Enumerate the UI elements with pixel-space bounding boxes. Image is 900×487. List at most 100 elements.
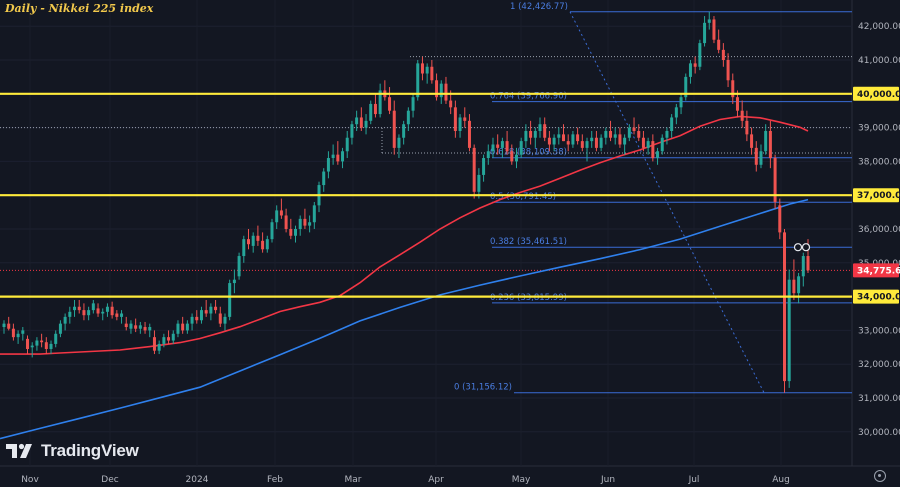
candle-body xyxy=(54,333,58,344)
x-tick-label: 2024 xyxy=(186,475,209,485)
candle-body xyxy=(30,345,34,348)
candle-body xyxy=(251,235,255,246)
candle-body xyxy=(627,127,631,138)
fib-marker-circle[interactable] xyxy=(793,243,803,252)
candle-body xyxy=(707,19,711,23)
x-tick-label: Nov xyxy=(21,475,39,485)
candle-body xyxy=(585,141,589,148)
candle-body xyxy=(124,323,128,328)
candle-body xyxy=(698,43,702,67)
candle-body xyxy=(11,328,15,338)
candle-body xyxy=(308,222,312,226)
candle-body xyxy=(345,137,349,152)
candle-body xyxy=(110,306,114,316)
candle-body xyxy=(491,144,495,152)
candle-body xyxy=(519,141,523,155)
x-tick-label: Mar xyxy=(345,475,362,485)
candle-body xyxy=(364,120,368,128)
candle-body xyxy=(646,141,650,148)
candle-body xyxy=(312,205,316,223)
candle-body xyxy=(688,63,692,77)
candle-body xyxy=(105,306,109,312)
candle-body xyxy=(218,313,222,324)
candle-body xyxy=(637,130,641,138)
price-chart[interactable]: 30,000.00 31,000.00 32,000.00 33,000.00 34,0… xyxy=(0,0,900,487)
y-tick-label: 30,000.00 xyxy=(858,428,900,438)
candle-body xyxy=(284,215,288,229)
key-level-label: 34,000.00 xyxy=(857,293,900,303)
candle-body xyxy=(665,130,669,138)
candle-body xyxy=(453,107,457,131)
fib-marker-circle[interactable] xyxy=(801,243,811,252)
candle-body xyxy=(472,147,476,192)
x-tick-label: May xyxy=(512,475,531,485)
tradingview-logo[interactable]: TradingView xyxy=(6,441,139,461)
candle-body xyxy=(388,97,392,111)
candle-body xyxy=(547,137,551,145)
candle-body xyxy=(660,137,664,152)
candle-body xyxy=(350,124,354,138)
candle-body xyxy=(768,130,772,159)
fib-level-label: 0 (31,156.12) xyxy=(454,383,512,393)
candle-body xyxy=(138,325,142,329)
candle-body xyxy=(359,117,363,128)
candle-body xyxy=(115,313,119,317)
current-price-label: 34,775.64 xyxy=(857,266,900,276)
candle-body xyxy=(181,323,185,331)
candle-body xyxy=(754,147,758,165)
candle-body xyxy=(580,141,584,148)
x-tick-label: Jul xyxy=(688,475,700,485)
candle-body xyxy=(101,311,105,314)
candle-body xyxy=(82,310,86,316)
y-tick-label: 36,000.00 xyxy=(858,225,900,235)
candle-body xyxy=(355,117,359,125)
candle-body xyxy=(246,239,250,245)
candle-body xyxy=(7,323,11,329)
y-tick-label: 42,000.00 xyxy=(858,22,900,32)
tradingview-logo-text: TradingView xyxy=(41,441,139,460)
candle-body xyxy=(63,316,67,324)
candle-body xyxy=(176,323,180,334)
candle-body xyxy=(68,311,72,317)
candle-body xyxy=(58,323,62,334)
candle-body xyxy=(425,66,429,74)
candle-body xyxy=(439,83,443,98)
settings-gear-icon[interactable] xyxy=(874,470,886,482)
fib-level-label: 1 (42,426.77) xyxy=(510,2,568,12)
candle-body xyxy=(275,210,279,223)
y-tick-label: 38,000.00 xyxy=(858,157,900,167)
candle-body xyxy=(632,127,636,131)
y-tick-label: 33,000.00 xyxy=(858,326,900,336)
candle-body xyxy=(552,137,556,145)
candle-body xyxy=(533,130,537,138)
candle-body xyxy=(204,310,208,314)
candle-body xyxy=(529,130,533,138)
candle-body xyxy=(87,310,91,316)
candle-body xyxy=(449,100,453,108)
x-tick-label: Jun xyxy=(600,475,615,485)
candle-body xyxy=(232,279,236,284)
candle-body xyxy=(604,130,608,138)
candle-body xyxy=(717,39,721,50)
candle-body xyxy=(538,124,542,131)
candle-body xyxy=(463,117,467,121)
candle-body xyxy=(77,306,81,311)
chart-title: Daily - Nikkei 225 index xyxy=(5,2,154,15)
x-tick-label: Feb xyxy=(267,475,283,485)
candle-body xyxy=(801,256,805,277)
candle-body xyxy=(223,316,227,324)
tradingview-logo-icon xyxy=(6,443,32,458)
candle-body xyxy=(261,240,265,250)
fib-level-label: 0.236 (33,815.99) xyxy=(490,293,567,303)
candle-body xyxy=(397,137,401,148)
fib-level-label: 0.618 (38,109.38) xyxy=(490,148,567,158)
candle-body xyxy=(2,323,6,328)
candle-body xyxy=(341,151,345,162)
candle-body xyxy=(792,279,796,294)
candle-body xyxy=(21,330,25,334)
candle-body xyxy=(721,49,725,60)
candle-body xyxy=(35,340,39,346)
candle-body xyxy=(670,117,674,131)
candle-body xyxy=(505,141,509,152)
candle-body xyxy=(406,110,410,125)
